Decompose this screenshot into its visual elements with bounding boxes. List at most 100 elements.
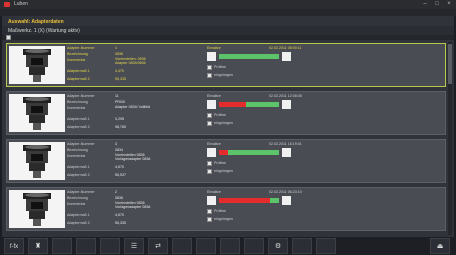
adapter-row[interactable]: Adapter-Nummer 2 Bezeichnung 0836 Kommentar V…	[6, 187, 446, 231]
description-value: 0836	[115, 52, 123, 56]
maximize-icon[interactable]: □	[432, 1, 442, 8]
measure1-label: Adaptermaß 1	[67, 117, 90, 121]
adapter-image	[9, 46, 65, 84]
measure1-label: Adaptermaß 1	[67, 213, 90, 217]
empty-button-1[interactable]	[52, 238, 72, 254]
measure1-value: 4,670	[115, 213, 124, 217]
gauge-red-fill	[219, 198, 270, 203]
measure2-label: Adaptermaß 2	[67, 125, 90, 129]
measure2-value: 55,537	[115, 173, 126, 177]
adapter-number-value: 11	[115, 94, 119, 98]
empty-button-9[interactable]	[316, 238, 336, 254]
measure1-value: 4,470	[115, 69, 124, 73]
adapter-number-label: Adapter-Nummer	[67, 142, 95, 146]
gauge-left-icon	[207, 196, 216, 205]
empty-button-4[interactable]	[172, 238, 192, 254]
minimize-icon[interactable]: –	[420, 1, 430, 8]
page-title: Auswahl: Adapterdaten	[8, 19, 64, 25]
scrollbar[interactable]	[448, 42, 452, 235]
app-window: Luben – □ × Auswahl: Adapterdaten Maßwer…	[0, 0, 456, 255]
machine-selector[interactable]: Maßwerkz. 1 (X) (Wartung aktiv)	[2, 26, 454, 35]
list-icon[interactable]: ☰	[124, 238, 144, 254]
registered-label: eingetragen	[214, 169, 233, 173]
comment-value: Adapter 0834/0836	[115, 61, 146, 65]
measure2-label: Adaptermaß 2	[67, 77, 90, 81]
adapter-row[interactable]: Adapter-Nummer 3 Bezeichnung 0834 Kommentar V…	[6, 139, 446, 183]
checked-label: Prüfbar	[214, 161, 226, 165]
fx-button[interactable]: f-fx	[4, 238, 24, 254]
description-label: Bezeichnung	[67, 148, 88, 152]
gauge-left-icon	[207, 100, 216, 109]
title-bar: Luben – □ ×	[0, 0, 456, 9]
measure2-value: 55,335	[115, 77, 126, 81]
checked-checkbox[interactable]	[207, 65, 212, 70]
adapter-number-value: 1	[115, 46, 117, 50]
comment-value: Vorlagenadapter 0836	[115, 205, 151, 209]
adapter-number-value: 3	[115, 142, 117, 146]
empty-button-7[interactable]	[244, 238, 264, 254]
registered-checkbox[interactable]	[207, 217, 212, 222]
empty-button-3[interactable]	[100, 238, 120, 254]
checked-label: Prüfbar	[214, 65, 226, 69]
empty-button-5[interactable]	[196, 238, 216, 254]
registered-label: eingetragen	[214, 121, 233, 125]
timestamp: 02.02.2011 12:08:08	[269, 94, 302, 98]
measure2-label: Adaptermaß 2	[67, 173, 90, 177]
window-title: Luben	[14, 1, 28, 7]
registered-label: eingetragen	[214, 217, 233, 221]
adapter-image	[9, 142, 65, 180]
exit-button[interactable]: ⏏	[430, 238, 450, 254]
measure2-value: 55,335	[115, 221, 126, 225]
gauge-left-icon	[207, 52, 216, 61]
adapter-row[interactable]: Adapter-Nummer 1 Bezeichnung 0836 Kommentar V…	[6, 43, 446, 87]
description-label: Bezeichnung	[67, 52, 88, 56]
gauge-right-icon	[282, 52, 291, 61]
timestamp: 02.02.2011 06:23:10	[269, 190, 302, 194]
registered-checkbox[interactable]	[207, 73, 212, 78]
app-logo-icon	[4, 2, 10, 7]
select-all-checkbox[interactable]	[6, 35, 11, 40]
registered-checkbox[interactable]	[207, 121, 212, 126]
adapter-image	[9, 190, 65, 228]
comment-label: Kommentar	[67, 202, 86, 206]
checked-checkbox[interactable]	[207, 209, 212, 214]
gauge-red-fill	[219, 150, 228, 155]
gauge-red-fill	[219, 102, 246, 107]
registered-checkbox[interactable]	[207, 169, 212, 174]
adapter-number-label: Adapter-Nummer	[67, 46, 95, 50]
tool-icon[interactable]: ♜	[28, 238, 48, 254]
settings-icon[interactable]: ⚙	[268, 238, 288, 254]
measure1-value: 4,670	[115, 165, 124, 169]
adapter-image	[9, 94, 65, 132]
gauge-bar	[219, 150, 279, 155]
gauge-left-icon	[207, 148, 216, 157]
measure1-label: Adaptermaß 1	[67, 165, 90, 169]
empty-button-2[interactable]	[76, 238, 96, 254]
close-icon[interactable]: ×	[444, 1, 454, 8]
comment-value: Adapter 0834/ Vollbild	[115, 105, 150, 109]
machine-label: Maßwerkz. 1 (X) (Wartung aktiv)	[8, 28, 80, 34]
scrollbar-thumb[interactable]	[448, 44, 452, 84]
transfer-icon[interactable]: ⇄	[148, 238, 168, 254]
checked-label: Prüfbar	[214, 113, 226, 117]
registered-label: eingetragen	[214, 73, 233, 77]
checked-checkbox[interactable]	[207, 113, 212, 118]
description-value: PR00I	[115, 100, 125, 104]
timestamp: 02.02.2011 16:19:01	[269, 142, 302, 146]
main-panel: Auswahl: Adapterdaten Maßwerkz. 1 (X) (W…	[2, 16, 454, 237]
wear-gauge	[207, 196, 291, 205]
empty-button-8[interactable]	[292, 238, 312, 254]
measure2-value: 98,765	[115, 125, 126, 129]
adapter-row[interactable]: Adapter-Nummer 11 Bezeichnung PR00I Kommenta…	[6, 91, 446, 135]
checked-checkbox[interactable]	[207, 161, 212, 166]
description-label: Bezeichnung	[67, 196, 88, 200]
gauge-right-icon	[282, 100, 291, 109]
gauge-bar	[219, 54, 279, 59]
gauge-bar	[219, 102, 279, 107]
checked-label: Prüfbar	[214, 209, 226, 213]
empty-button-6[interactable]	[220, 238, 240, 254]
insertion-label: Einsätze	[207, 190, 221, 194]
description-value: 0834	[115, 148, 123, 152]
gauge-bar	[219, 198, 279, 203]
comment-label: Kommentar	[67, 106, 86, 110]
